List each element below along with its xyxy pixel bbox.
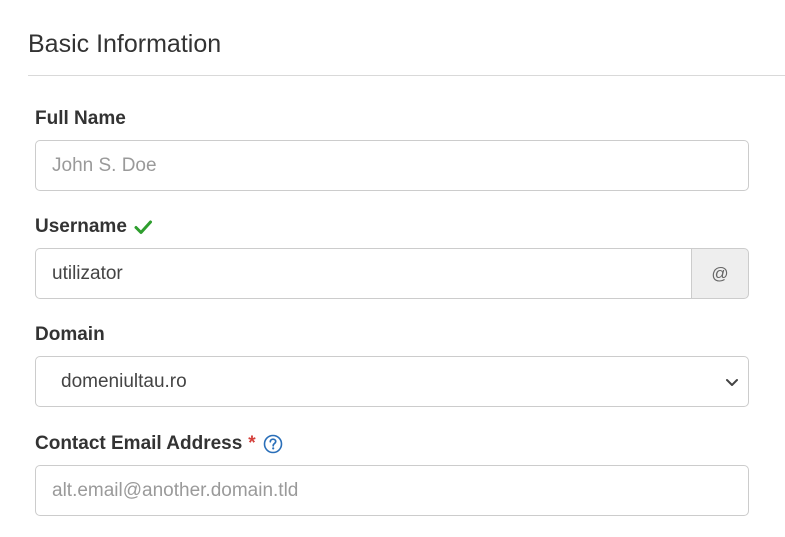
domain-selected-value: domeniultau.ro: [61, 371, 187, 392]
domain-label: Domain: [35, 324, 749, 346]
full-name-input[interactable]: [35, 140, 749, 191]
username-input[interactable]: [35, 248, 691, 299]
username-input-group: @: [35, 248, 749, 299]
full-name-label-text: Full Name: [35, 108, 126, 129]
required-marker: *: [248, 433, 256, 454]
contact-email-label-text: Contact Email Address: [35, 433, 243, 454]
domain-field: Domain domeniultau.ro: [35, 324, 749, 407]
contact-email-input[interactable]: [35, 465, 749, 516]
check-icon: [133, 217, 153, 237]
username-field: Username @: [35, 216, 749, 299]
contact-email-label: Contact Email Address *: [35, 433, 749, 455]
basic-information-panel: Basic Information Full Name Username @ D…: [0, 0, 785, 537]
username-label: Username: [35, 216, 749, 238]
domain-select[interactable]: domeniultau.ro: [35, 356, 749, 407]
full-name-label: Full Name: [35, 108, 749, 130]
username-label-text: Username: [35, 216, 127, 237]
username-at-addon: @: [691, 248, 749, 299]
question-circle-icon[interactable]: [263, 434, 283, 454]
section-header: Basic Information: [28, 0, 785, 76]
domain-label-text: Domain: [35, 324, 105, 345]
full-name-field: Full Name: [35, 108, 749, 191]
chevron-down-icon: [724, 374, 740, 390]
contact-email-field: Contact Email Address *: [35, 433, 749, 516]
section-title: Basic Information: [28, 30, 222, 58]
